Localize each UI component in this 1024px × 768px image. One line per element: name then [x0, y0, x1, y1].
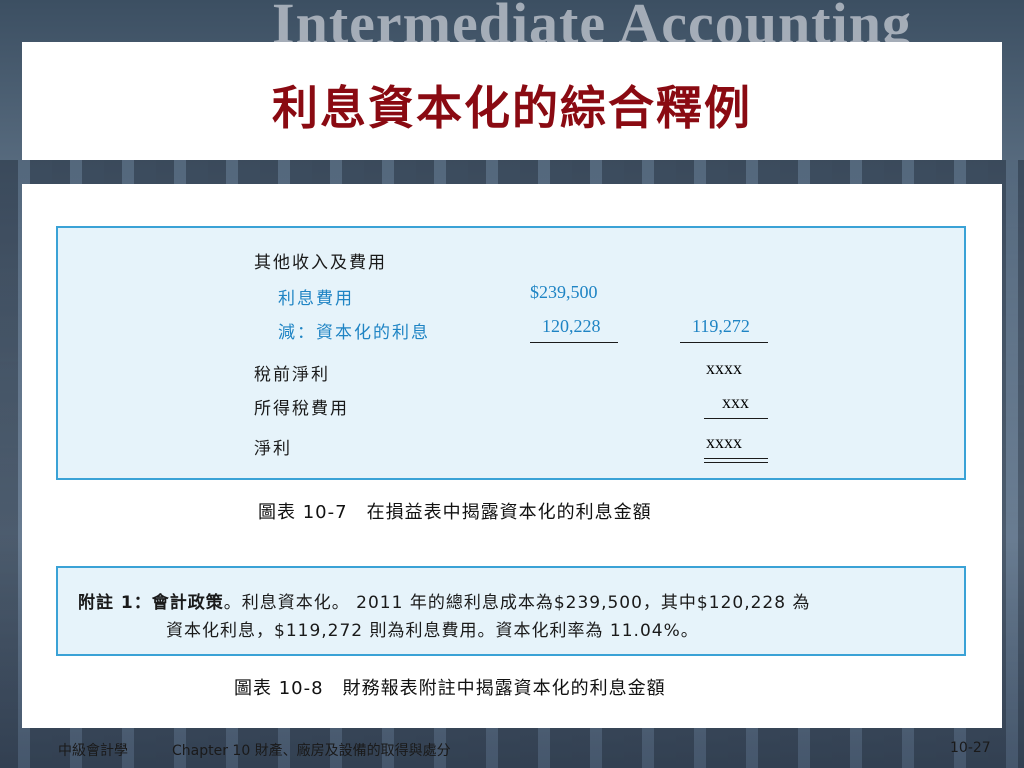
exhibit-10-7-box: 其他收入及費用 利息費用 $239,500 減：資本化的利息 120,228 1…	[56, 226, 966, 480]
pretax-income-value: xxxx	[706, 358, 742, 378]
exhibit-10-8-caption: 圖表 10-8 財務報表附註中揭露資本化的利息金額	[234, 678, 666, 699]
slide-title: 利息資本化的綜合釋例	[272, 81, 752, 135]
net-income-value: xxxx	[706, 432, 742, 452]
double-underline-2	[704, 462, 768, 463]
underline-cap	[530, 342, 618, 343]
capitalized-interest-value: 120,228	[542, 316, 601, 336]
underline-net	[680, 342, 768, 343]
other-income-heading: 其他收入及費用	[254, 253, 387, 273]
underline-tax	[704, 418, 768, 419]
footer-course: 中級會計學	[58, 743, 128, 759]
title-box: 利息資本化的綜合釋例	[22, 42, 1002, 160]
exhibit-10-7-caption: 圖表 10-7 在損益表中揭露資本化的利息金額	[258, 502, 652, 523]
net-income-label: 淨利	[254, 439, 292, 459]
interest-expense-label: 利息費用	[278, 289, 354, 309]
tax-expense-label: 所得稅費用	[254, 399, 349, 419]
note-prefix: 附註 1：會計政策	[78, 593, 224, 613]
pretax-income-label: 稅前淨利	[254, 365, 330, 385]
net-interest-value: 119,272	[692, 316, 750, 336]
note-line1-rest: 。利息資本化。 2011 年的總利息成本為$239,500，其中$120,228…	[223, 593, 811, 613]
tax-expense-value: xxx	[722, 392, 749, 412]
double-underline-1	[704, 458, 768, 459]
exhibit-10-8-box: 附註 1：會計政策。利息資本化。 2011 年的總利息成本為$239,500，其…	[56, 566, 966, 656]
note-line-2: 資本化利息，$119,272 則為利息費用。資本化利率為 11.04%。	[166, 621, 699, 641]
footer-page-number: 10-27	[950, 740, 991, 756]
interest-expense-value: $239,500	[530, 282, 598, 302]
note-line-1: 附註 1：會計政策。利息資本化。 2011 年的總利息成本為$239,500，其…	[78, 588, 810, 613]
capitalized-interest-label: 減：資本化的利息	[278, 323, 430, 343]
footer-chapter: Chapter 10 財產、廠房及設備的取得與處分	[172, 743, 451, 759]
